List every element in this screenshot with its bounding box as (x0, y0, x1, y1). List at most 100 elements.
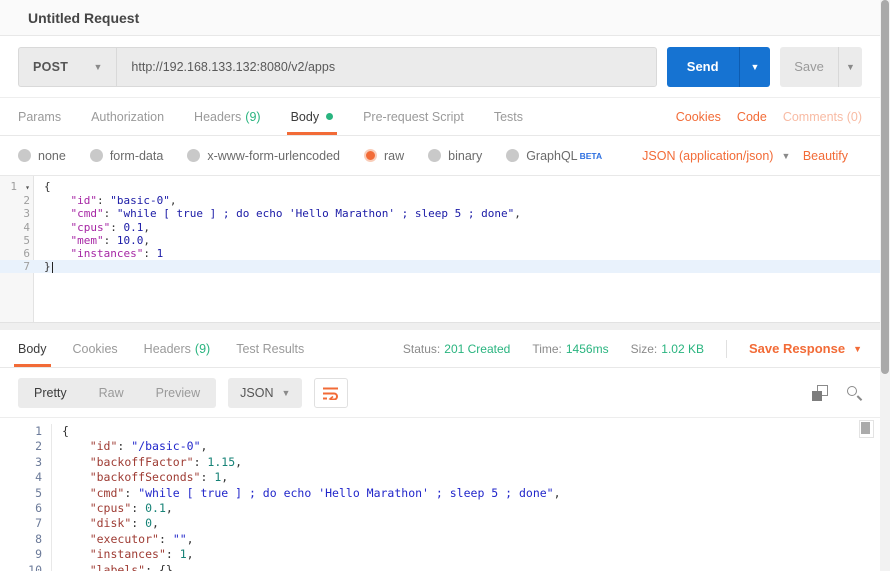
code-line: 10 "labels": {}, (0, 563, 880, 571)
code-text: "cmd": "while [ true ] ; do echo 'Hello … (34, 207, 521, 220)
wrap-text-button[interactable] (314, 378, 348, 408)
code-link[interactable]: Code (737, 110, 767, 124)
radio-form-data[interactable]: form-data (90, 149, 164, 163)
beautify-link[interactable]: Beautify (803, 149, 848, 163)
pretty-tab[interactable]: Pretty (18, 378, 83, 408)
send-options-button[interactable]: ▼ (739, 47, 771, 87)
response-headers-count-badge: (9) (195, 342, 210, 356)
comments-link[interactable]: Comments (0) (783, 110, 862, 124)
tab-pre-request-script[interactable]: Pre-request Script (363, 98, 464, 135)
code-line: 2 "id": "/basic-0", (0, 439, 880, 454)
code-line: 1{ (0, 424, 880, 439)
code-text: "executor": "", (52, 532, 194, 547)
response-toolbar-right (812, 385, 862, 401)
request-tabs-right: Cookies Code Comments (0) (676, 98, 862, 135)
postman-request-view: Untitled Request POST ▼ Send ▼ Save ▼ Pa… (0, 0, 880, 571)
window-scrollbar[interactable] (880, 0, 890, 571)
tab-response-cookies[interactable]: Cookies (73, 330, 118, 367)
line-number: 2 (0, 439, 52, 454)
radio-raw[interactable]: raw (364, 149, 404, 163)
code-text: { (34, 180, 51, 194)
request-title: Untitled Request (28, 10, 139, 26)
line-number: 3 (0, 207, 34, 220)
line-number: 4 (0, 221, 34, 234)
code-text: "instances": 1, (52, 547, 194, 562)
raw-tab[interactable]: Raw (83, 378, 140, 408)
active-tab-underline (287, 132, 338, 135)
time-badge: Time:1456ms (532, 342, 608, 356)
tab-params[interactable]: Params (18, 98, 61, 135)
fold-caret-icon[interactable]: ▾ (20, 181, 30, 194)
code-line: 7 "disk": 0, (0, 516, 880, 531)
code-text: "instances": 1 (34, 247, 163, 260)
request-header: Untitled Request (0, 0, 880, 36)
code-text: "backoffSeconds": 1, (52, 470, 228, 485)
tab-response-body[interactable]: Body (18, 330, 47, 367)
copy-icon[interactable] (812, 385, 828, 401)
code-line: 8 "executor": "", (0, 532, 880, 547)
editor-scrollbar[interactable] (859, 420, 874, 438)
code-text: "cmd": "while [ true ] ; do echo 'Hello … (52, 486, 561, 501)
method-value: POST (33, 60, 68, 74)
radio-icon (90, 149, 103, 162)
save-options-button[interactable]: ▼ (838, 47, 862, 87)
vertical-divider (726, 340, 727, 358)
code-text: "mem": 10.0, (34, 234, 150, 247)
code-text: } (34, 260, 53, 273)
wrap-text-icon (322, 386, 340, 400)
headers-count-badge: (9) (245, 110, 260, 124)
save-label[interactable]: Save (780, 47, 838, 87)
content-type-select[interactable]: JSON (application/json) ▼ (642, 149, 790, 163)
preview-tab[interactable]: Preview (140, 378, 216, 408)
window-scrollbar-thumb[interactable] (881, 0, 889, 374)
response-body-viewer[interactable]: 1{2 "id": "/basic-0",3 "backoffFactor": … (0, 418, 880, 571)
body-type-bar: none form-data x-www-form-urlencoded raw… (0, 136, 880, 176)
beta-badge: BETA (580, 151, 603, 161)
code-line: 2 "id": "basic-0", (0, 194, 880, 207)
save-button[interactable]: Save ▼ (780, 47, 862, 87)
chevron-down-icon: ▼ (853, 344, 862, 354)
code-text: "backoffFactor": 1.15, (52, 455, 242, 470)
code-text: "id": "basic-0", (34, 194, 176, 207)
scrollbar-thumb[interactable] (861, 422, 870, 434)
radio-icon (187, 149, 200, 162)
code-line: 5 "cmd": "while [ true ] ; do echo 'Hell… (0, 486, 880, 501)
response-status-group: Status:201 Created Time:1456ms Size:1.02… (403, 330, 862, 367)
save-response-button[interactable]: Save Response ▼ (749, 341, 862, 356)
cookies-link[interactable]: Cookies (676, 110, 721, 124)
radio-graphql[interactable]: GraphQL BETA (506, 149, 602, 163)
request-body-editor[interactable]: 1▾{2 "id": "basic-0",3 "cmd": "while [ t… (0, 176, 880, 322)
code-line: 1▾{ (0, 180, 880, 194)
url-row: POST ▼ Send ▼ Save ▼ (0, 36, 880, 98)
url-input[interactable] (116, 47, 656, 87)
code-line: 9 "instances": 1, (0, 547, 880, 562)
line-number: 4 (0, 470, 52, 485)
chevron-down-icon: ▼ (94, 62, 103, 72)
radio-x-www-form-urlencoded[interactable]: x-www-form-urlencoded (187, 149, 340, 163)
send-button[interactable]: Send ▼ (667, 47, 770, 87)
code-text: "id": "/basic-0", (52, 439, 207, 454)
tab-body[interactable]: Body (291, 98, 334, 135)
tab-tests[interactable]: Tests (494, 98, 523, 135)
line-number: 9 (0, 547, 52, 562)
code-text: { (52, 424, 69, 439)
tab-test-results[interactable]: Test Results (236, 330, 304, 367)
radio-icon (18, 149, 31, 162)
code-line: 7} (0, 260, 880, 273)
view-mode-segment: Pretty Raw Preview (18, 378, 216, 408)
text-cursor (52, 262, 53, 273)
send-label[interactable]: Send (667, 47, 739, 87)
tab-response-headers[interactable]: Headers(9) (144, 330, 211, 367)
radio-binary[interactable]: binary (428, 149, 482, 163)
response-tabs: Body Cookies Headers(9) Test Results Sta… (0, 330, 880, 368)
tab-authorization[interactable]: Authorization (91, 98, 164, 135)
chevron-down-icon: ▼ (781, 151, 790, 161)
response-format-select[interactable]: JSON ▼ (228, 378, 302, 408)
size-badge: Size:1.02 KB (631, 342, 704, 356)
radio-none[interactable]: none (18, 149, 66, 163)
method-select[interactable]: POST ▼ (18, 47, 116, 87)
search-icon[interactable] (846, 385, 862, 401)
tab-headers[interactable]: Headers(9) (194, 98, 261, 135)
code-text: "labels": {}, (52, 563, 180, 571)
line-number: 6 (0, 247, 34, 260)
